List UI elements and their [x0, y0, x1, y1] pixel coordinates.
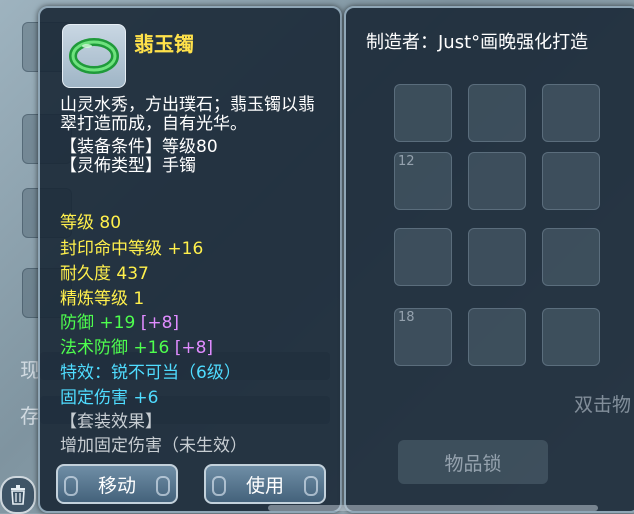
inventory-slot	[542, 84, 600, 142]
background-label: 存	[20, 404, 40, 428]
set-effect: 增加固定伤害（未生效）	[60, 436, 247, 456]
scrollbar[interactable]	[268, 505, 598, 511]
requirement-text: 【装备条件】等级80	[60, 137, 218, 157]
inventory-slot	[542, 228, 600, 286]
inventory-slot	[542, 152, 600, 210]
stat-level: 等级 80	[60, 213, 122, 233]
item-description: 山灵水秀，方出璞石；翡玉镯以翡翠打造而成，自有光华。 【装备条件】等级80 【灵…	[60, 96, 322, 176]
inventory-slot	[468, 84, 526, 142]
stat-magic-defense: 法术防御 +16	[60, 338, 170, 358]
trash-icon[interactable]	[0, 476, 36, 514]
item-name: 翡玉镯	[134, 32, 194, 56]
slot-number: 18	[398, 310, 415, 325]
inventory-slot	[468, 228, 526, 286]
background-label: 现	[20, 358, 40, 382]
button-deco	[64, 476, 78, 496]
button-deco	[304, 476, 318, 496]
stat-magic-defense-row: 法术防御 +16 [+8]	[60, 333, 213, 358]
stat-magic-defense-bonus: [+8]	[174, 338, 214, 358]
slot-number: 12	[398, 154, 415, 169]
stat-durability: 耐久度 437	[60, 264, 149, 284]
jade-bracelet-icon	[62, 24, 126, 88]
maker-text: 制造者：Just°画晚强化打造	[366, 32, 589, 53]
category-text: 【灵佈类型】手镯	[60, 156, 196, 176]
inventory-slot	[468, 308, 526, 366]
double-click-hint: 双击物	[574, 394, 632, 416]
stat-defense-row: 防御 +19 [+8]	[60, 308, 179, 333]
button-deco	[156, 476, 170, 496]
inventory-slot	[542, 308, 600, 366]
stat-refine: 精炼等级 1	[60, 289, 145, 309]
move-button-label: 移动	[97, 474, 136, 497]
button-deco	[212, 476, 226, 496]
stat-defense: 防御 +19	[60, 313, 136, 333]
use-button-label: 使用	[245, 474, 284, 497]
inventory-slot	[468, 152, 526, 210]
item-lock-button[interactable]: 物品锁	[398, 440, 548, 484]
stat-fixed-damage: 固定伤害 +6	[60, 388, 159, 408]
set-effect-title: 【套装效果】	[60, 412, 162, 432]
stat-seal-hit: 封印命中等级 +16	[60, 239, 204, 259]
inventory-slot	[394, 228, 452, 286]
use-button[interactable]: 使用	[204, 464, 326, 504]
description-text: 山灵水秀，方出璞石；翡玉镯以翡翠打造而成，自有光华。	[60, 95, 315, 134]
move-button[interactable]: 移动	[56, 464, 178, 504]
inventory-slot	[394, 84, 452, 142]
stat-special-effect: 特效：锐不可当（6级）	[60, 363, 241, 383]
stat-defense-bonus: [+8]	[140, 313, 180, 333]
